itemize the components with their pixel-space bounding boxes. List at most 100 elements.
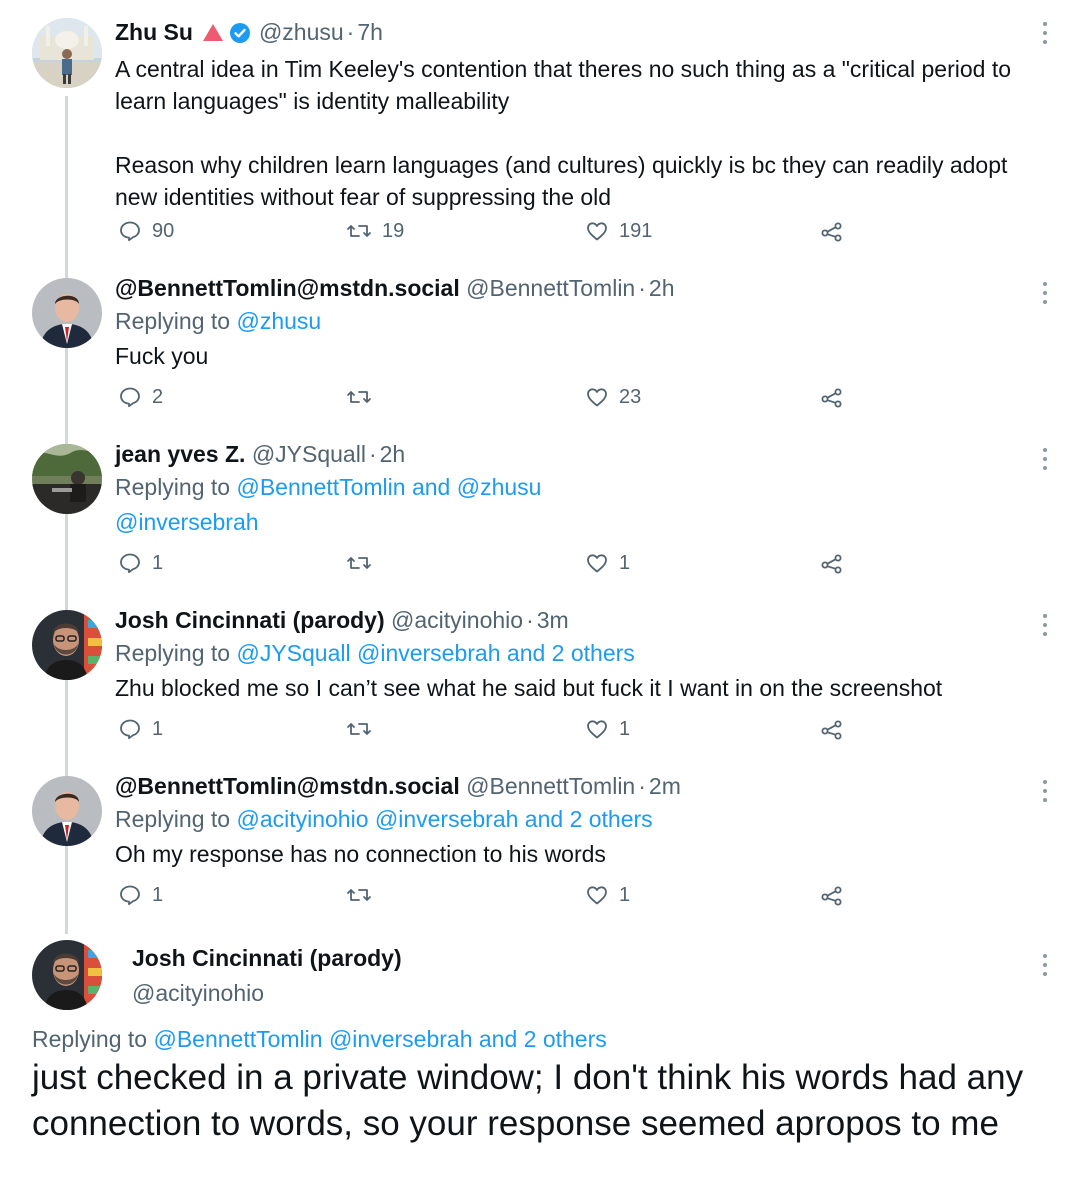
avatar[interactable]: [32, 610, 102, 680]
replying-to-link[interactable]: @BennettTomlin @inversebrah and 2 others: [153, 1026, 606, 1052]
reply-button[interactable]: 90: [118, 216, 174, 246]
replying-to-label: Replying to: [115, 806, 231, 832]
more-options-icon[interactable]: [1042, 780, 1048, 802]
tweet-text: Zhu blocked me so I can’t see what he sa…: [115, 675, 943, 701]
reply-button[interactable]: 2: [118, 382, 163, 412]
tweet-header: Zhu Su @zhusu · 7h: [115, 16, 1020, 52]
retweet-button[interactable]: [346, 382, 382, 412]
tweet-header: @BennettTomlin@mstdn.social @BennettToml…: [115, 275, 675, 301]
replying-to-link[interactable]: @zhusu: [236, 308, 321, 334]
display-name[interactable]: Josh Cincinnati (parody): [115, 607, 385, 633]
display-name[interactable]: Zhu Su: [115, 19, 193, 45]
like-count: 1: [619, 717, 631, 740]
tweet-bennetttomlin-2[interactable]: @BennettTomlin@mstdn.social @BennettToml…: [0, 768, 1070, 928]
handle[interactable]: @zhusu: [259, 19, 344, 45]
more-options-icon[interactable]: [1042, 448, 1048, 470]
more-options-icon[interactable]: [1042, 282, 1048, 304]
share-icon: [821, 388, 842, 408]
replying-to-label: Replying to: [115, 308, 231, 334]
retweet-button[interactable]: [346, 548, 382, 578]
avatar[interactable]: [32, 940, 102, 1010]
tweet-bennetttomlin[interactable]: @BennettTomlin@mstdn.social @BennettToml…: [0, 270, 1070, 430]
like-button[interactable]: 191: [585, 216, 652, 246]
retweet-icon: [347, 391, 371, 403]
tweet-acityinohio[interactable]: Josh Cincinnati (parody) @acityinohio · 3m…: [0, 602, 1070, 762]
handle[interactable]: @BennettTomlin: [466, 275, 635, 301]
tweet-text: Oh my response has no connection to his …: [115, 841, 606, 867]
replying-to-line: Replying to @acityinohio @inversebrah an…: [115, 802, 1020, 836]
like-count: 1: [619, 883, 631, 906]
reply-icon: [120, 553, 140, 574]
display-name[interactable]: @BennettTomlin@mstdn.social: [115, 773, 460, 799]
timestamp[interactable]: 3m: [537, 607, 569, 633]
heart-icon: [587, 554, 607, 573]
timestamp[interactable]: 7h: [357, 19, 383, 45]
replying-to-line: Replying to @JYSquall @inversebrah and 2…: [115, 636, 1020, 670]
tweet-header: Josh Cincinnati (parody) @acityinohio · 3m: [115, 607, 569, 633]
share-icon: [821, 554, 842, 574]
share-button[interactable]: [820, 714, 854, 744]
like-button[interactable]: 1: [585, 714, 630, 744]
reply-icon: [120, 719, 140, 740]
replying-to-link[interactable]: @JYSquall @inversebrah and 2 others: [236, 640, 634, 666]
tweet-actions: 1 1: [0, 880, 1070, 910]
tweet-zhusu[interactable]: Zhu Su @zhusu · 7h A central idea in Tim Ke…: [0, 0, 1070, 260]
tweet-header: @BennettTomlin@mstdn.social @BennettToml…: [115, 773, 681, 799]
replying-to-link[interactable]: @acityinohio @inversebrah and 2 others: [236, 806, 652, 832]
reply-icon: [120, 885, 140, 906]
timestamp[interactable]: 2h: [380, 441, 406, 467]
avatar[interactable]: [32, 278, 102, 348]
timestamp[interactable]: 2m: [649, 773, 681, 799]
avatar[interactable]: [32, 444, 102, 514]
verified-badge-icon: [229, 20, 251, 52]
retweet-button[interactable]: [346, 714, 382, 744]
display-name[interactable]: jean yves Z.: [115, 441, 245, 467]
like-button[interactable]: 1: [585, 880, 630, 910]
share-icon: [821, 222, 842, 242]
retweet-button[interactable]: 19: [346, 216, 404, 246]
share-icon: [821, 720, 842, 740]
tweet-actions: 90 19 191: [0, 216, 1070, 246]
replying-to-label: Replying to: [32, 1026, 148, 1052]
like-button[interactable]: 23: [585, 382, 641, 412]
tweet-text: Fuck you: [115, 343, 209, 369]
avatar[interactable]: [32, 18, 102, 88]
share-icon: [821, 886, 842, 906]
reply-button[interactable]: 1: [118, 548, 163, 578]
display-name[interactable]: Josh Cincinnati (parody): [132, 942, 402, 974]
like-count: 23: [619, 385, 642, 408]
more-options-icon[interactable]: [1042, 614, 1048, 636]
timestamp[interactable]: 2h: [649, 275, 675, 301]
tweet-text-mention[interactable]: @inversebrah: [115, 506, 1020, 538]
retweet-button[interactable]: [346, 880, 382, 910]
replying-to-line: Replying to @zhusu: [115, 304, 1020, 338]
reply-button[interactable]: 1: [118, 880, 163, 910]
share-button[interactable]: [820, 548, 854, 578]
tweet-header: jean yves Z. @JYSquall · 2h: [115, 441, 406, 467]
retweet-icon: [347, 889, 371, 901]
tweet-text-paragraph: A central idea in Tim Keeley's contentio…: [115, 56, 1012, 114]
reply-icon: [120, 387, 140, 408]
more-options-icon[interactable]: [1042, 954, 1048, 976]
handle[interactable]: @acityinohio: [132, 977, 402, 1009]
replying-to-link[interactable]: @BennettTomlin and @zhusu: [236, 474, 541, 500]
share-button[interactable]: [820, 216, 854, 246]
like-button[interactable]: 1: [585, 548, 630, 578]
avatar[interactable]: [32, 776, 102, 846]
share-button[interactable]: [820, 880, 854, 910]
reply-count: 1: [152, 717, 164, 740]
reply-icon: [120, 221, 140, 242]
handle[interactable]: @JYSquall: [252, 441, 366, 467]
handle[interactable]: @BennettTomlin: [466, 773, 635, 799]
reply-count: 2: [152, 385, 164, 408]
display-name[interactable]: @BennettTomlin@mstdn.social: [115, 275, 460, 301]
share-button[interactable]: [820, 382, 854, 412]
tweet-jysquall[interactable]: jean yves Z. @JYSquall · 2h Replying to @B…: [0, 436, 1070, 596]
tweet-focused[interactable]: Josh Cincinnati (parody) @acityinohio Re…: [0, 934, 1070, 1200]
reply-button[interactable]: 1: [118, 714, 163, 744]
tweet-text: A central idea in Tim Keeley's contentio…: [115, 53, 1020, 213]
reply-count: 90: [152, 219, 175, 242]
more-options-icon[interactable]: [1042, 22, 1048, 44]
handle[interactable]: @acityinohio: [391, 607, 523, 633]
heart-icon: [587, 388, 607, 407]
